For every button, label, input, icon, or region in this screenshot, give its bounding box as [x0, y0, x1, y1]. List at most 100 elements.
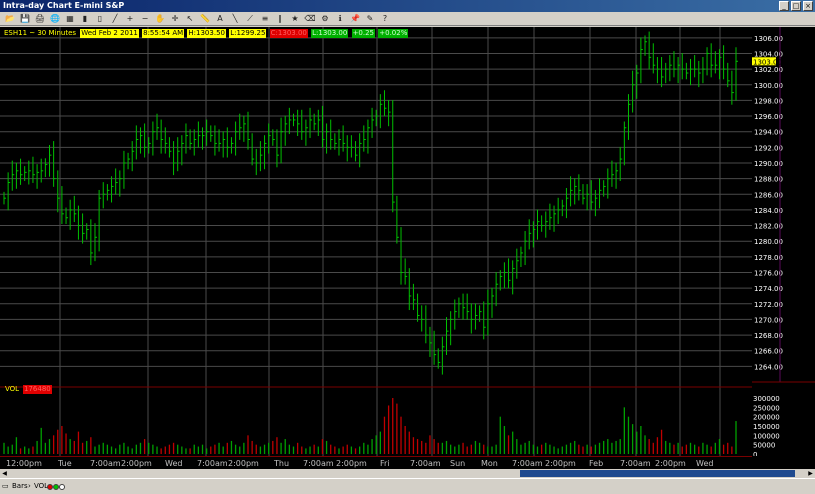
price-bar [499, 270, 503, 291]
price-bar [495, 272, 499, 307]
price-bar [156, 113, 160, 140]
price-tick: 1294.00 [754, 129, 783, 137]
crosshair-icon[interactable]: ✛ [169, 13, 181, 25]
price-tick: 1282.00 [754, 223, 783, 231]
star-icon[interactable]: ★ [289, 13, 301, 25]
channel-icon[interactable]: ∥ [274, 13, 286, 25]
price-tick: 1304.00 [754, 50, 783, 58]
price-bar [516, 248, 519, 279]
scroll-right-icon[interactable]: ▶ [806, 469, 815, 478]
grid-icon[interactable]: ▦ [64, 13, 76, 25]
candle-icon[interactable]: ▯ [94, 13, 106, 25]
save-icon[interactable]: 💾 [19, 13, 31, 25]
price-bar [561, 199, 565, 217]
current-price-label: 1303.00 [753, 58, 782, 66]
hand-icon[interactable]: ✋ [154, 13, 166, 25]
status-bar: ▭ Bars › VOL [0, 478, 815, 494]
price-bar [173, 141, 176, 176]
price-chart-panel[interactable] [0, 27, 752, 456]
text-icon[interactable]: A [214, 13, 226, 25]
price-bar [458, 297, 461, 318]
price-bar [251, 133, 255, 166]
time-tick: 7:00am [512, 459, 543, 468]
price-bar [355, 141, 358, 162]
horizontal-scrollbar[interactable]: ◀ ▶ [0, 469, 815, 478]
price-bar [106, 184, 110, 201]
time-tick: 12:00pm [6, 459, 42, 468]
price-bar [148, 137, 151, 154]
price-tick: 1302.00 [754, 66, 783, 74]
price-bar [367, 119, 370, 154]
price-bar [648, 31, 652, 70]
volume-value: 176480 [23, 385, 52, 394]
price-bar [218, 129, 222, 152]
price-bar [123, 150, 126, 189]
price-bar [627, 94, 631, 140]
price-bar [371, 107, 375, 138]
status-bars-label[interactable]: Bars [12, 482, 28, 491]
price-bar [723, 45, 726, 80]
time-tick: Wed [165, 459, 183, 468]
time-tick: 7:00am [197, 459, 228, 468]
price-bar [214, 125, 217, 156]
bar-icon[interactable]: ▮ [79, 13, 91, 25]
line-draw-icon[interactable]: ╲ [229, 13, 241, 25]
price-bar [131, 141, 135, 172]
ruler-icon[interactable]: 📏 [199, 13, 211, 25]
status-vol-label[interactable]: VOL [34, 482, 48, 491]
price-bar [268, 123, 271, 154]
zoom-out-icon[interactable]: − [139, 13, 151, 25]
help-icon[interactable]: ? [379, 13, 391, 25]
price-bar [619, 146, 623, 181]
price-bar [636, 64, 639, 99]
close-button[interactable]: × [803, 1, 813, 11]
time-tick: Tue [58, 459, 72, 468]
scroll-left-icon[interactable]: ◀ [0, 469, 9, 478]
minimize-button[interactable]: _ [779, 1, 789, 11]
pen-icon[interactable]: ✎ [364, 13, 376, 25]
eraser-icon[interactable]: ⌫ [304, 13, 316, 25]
price-bar [44, 158, 48, 178]
line-icon[interactable]: ╱ [109, 13, 121, 25]
price-bar [433, 330, 437, 365]
window-titlebar[interactable]: Intra-day Chart E-mini S&P _ □ × [0, 0, 815, 12]
fib-icon[interactable]: ≡ [259, 13, 271, 25]
price-bar [400, 227, 404, 285]
price-bar [404, 258, 408, 285]
zoom-in-icon[interactable]: + [124, 13, 136, 25]
print-icon[interactable]: 🖨 [34, 13, 46, 25]
price-bar [396, 195, 399, 244]
time-tick: Thu [274, 459, 290, 468]
open-icon[interactable]: 📂 [4, 13, 16, 25]
price-bar [206, 119, 209, 146]
price-bar [189, 129, 193, 150]
bars-icon: ▭ [2, 482, 9, 490]
price-bar [599, 178, 602, 209]
pin-icon[interactable]: 📌 [349, 13, 361, 25]
trend-icon[interactable]: ⟋ [244, 13, 256, 25]
time-tick: 7:00am [303, 459, 334, 468]
info-icon[interactable]: ℹ [334, 13, 346, 25]
price-bar [565, 188, 569, 219]
price-bar [115, 168, 118, 195]
pointer-icon[interactable]: ↖ [184, 13, 196, 25]
price-bar [276, 129, 279, 168]
price-bar [11, 160, 15, 191]
time-tick: 2:00pm [545, 459, 576, 468]
price-bar [615, 162, 619, 189]
price-bar [656, 56, 660, 84]
price-chart[interactable] [0, 27, 752, 456]
price-bar [541, 215, 544, 232]
price-bar [611, 160, 614, 187]
time-tick: Fri [380, 459, 390, 468]
price-bar [255, 148, 259, 176]
price-axis-panel[interactable]: 1306.00 1304.00 1302.00 1300.00 1298.00 1296.… [752, 27, 815, 459]
scroll-thumb[interactable] [520, 470, 795, 477]
price-bar [15, 162, 19, 189]
globe-icon[interactable]: 🌐 [49, 13, 61, 25]
price-bar [590, 180, 594, 211]
price-bar [383, 90, 387, 117]
maximize-button[interactable]: □ [791, 1, 801, 11]
gear-icon[interactable]: ⚙ [319, 13, 331, 25]
price-bar [28, 160, 31, 185]
